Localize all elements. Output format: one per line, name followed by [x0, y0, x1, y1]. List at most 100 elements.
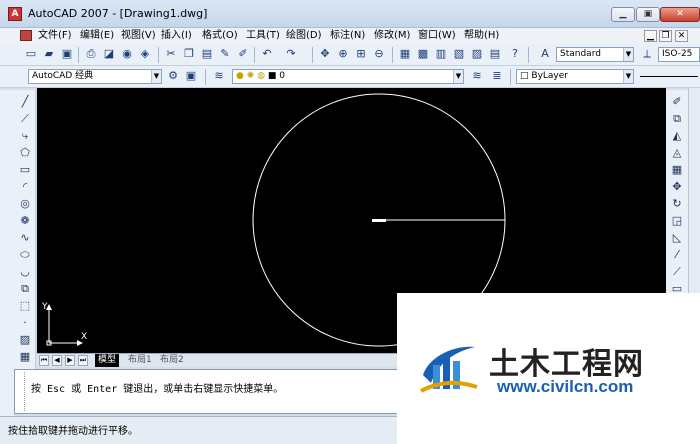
menu-edit[interactable]: 编辑(E)	[80, 29, 114, 43]
ellipse-icon[interactable]: ⬭	[17, 247, 33, 262]
tool-palettes-icon[interactable]: ▥	[434, 47, 448, 61]
construction-line-icon[interactable]: ⟋	[17, 111, 33, 126]
rectangle-icon[interactable]: ▭	[17, 162, 33, 177]
cut-icon[interactable]: ✂	[164, 47, 178, 61]
revision-cloud-icon[interactable]: ❁	[17, 213, 33, 228]
menu-view[interactable]: 视图(V)	[121, 29, 156, 43]
color-select[interactable]: □ ByLayer ▼	[516, 69, 634, 84]
print-preview-icon[interactable]: ◪	[102, 47, 116, 61]
stretch-icon[interactable]: ◺	[669, 230, 685, 245]
workspace-select[interactable]: AutoCAD 经典 ▼	[28, 69, 162, 84]
color-value: ByLayer	[531, 71, 568, 81]
circle-icon[interactable]: ◎	[17, 196, 33, 211]
markup-icon[interactable]: ▨	[470, 47, 484, 61]
workspace-settings-icon[interactable]: ⚙	[166, 69, 180, 83]
hatch-icon[interactable]: ▨	[17, 332, 33, 347]
menu-help[interactable]: 帮助(H)	[464, 29, 499, 43]
extend-icon[interactable]: ⟋	[669, 264, 685, 279]
first-tab-button[interactable]: ⏮	[39, 355, 49, 366]
maximize-button[interactable]: ▣	[636, 7, 660, 22]
workspace-save-icon[interactable]: ▣	[184, 69, 198, 83]
menu-file[interactable]: 文件(F)	[38, 29, 72, 43]
layer-value: 0	[279, 71, 286, 81]
zoom-window-icon[interactable]: ⊞	[354, 47, 368, 61]
redo-icon[interactable]: ↷	[284, 47, 298, 61]
ucs-icon: X Y	[41, 302, 87, 346]
save-icon[interactable]: ▣	[60, 47, 74, 61]
menu-insert[interactable]: 插入(I)	[161, 29, 192, 43]
toolbar-separator	[528, 47, 529, 63]
dimension-style-icon[interactable]: ⟂	[640, 47, 654, 61]
design-center-icon[interactable]: ▩	[416, 47, 430, 61]
tab-layout1[interactable]: 布局1	[125, 354, 155, 367]
pan-icon[interactable]: ✥	[318, 47, 332, 61]
properties-icon[interactable]: ▦	[398, 47, 412, 61]
toolbar-separator	[392, 47, 393, 63]
prev-tab-button[interactable]: ◀	[52, 355, 62, 366]
layer-select[interactable]: ● ✺ ◍ ■ 0 ▼	[232, 69, 464, 84]
array-icon[interactable]: ▦	[669, 162, 685, 177]
command-window-grip[interactable]	[17, 372, 25, 411]
block-editor-icon[interactable]: ✐	[236, 47, 250, 61]
spline-icon[interactable]: ∿	[17, 230, 33, 245]
sheet-set-icon[interactable]: ▧	[452, 47, 466, 61]
layer-manager-icon[interactable]: ≋	[212, 69, 226, 83]
ellipse-arc-icon[interactable]: ◡	[17, 264, 33, 279]
make-block-icon[interactable]: ⬚	[17, 298, 33, 313]
doc-minimize-button[interactable]: ▁	[644, 30, 657, 42]
last-tab-button[interactable]: ⏭	[78, 355, 88, 366]
layer-previous-icon[interactable]: ≣	[490, 69, 504, 83]
minimize-button[interactable]: ▁	[611, 7, 635, 22]
menu-dimension[interactable]: 标注(N)	[330, 29, 365, 43]
dimension-style-select[interactable]: ISO-25	[658, 47, 700, 62]
menu-draw[interactable]: 绘图(D)	[286, 29, 322, 43]
linetype-preview[interactable]	[640, 76, 698, 77]
doc-restore-button[interactable]: ❐	[659, 30, 672, 42]
offset-icon[interactable]: ◬	[669, 145, 685, 160]
close-button[interactable]: ✕	[660, 7, 700, 22]
document-icon[interactable]	[20, 30, 32, 41]
next-tab-button[interactable]: ▶	[65, 355, 75, 366]
help-icon[interactable]: ?	[508, 47, 522, 61]
menu-tools[interactable]: 工具(T)	[246, 29, 280, 43]
gradient-icon[interactable]: ▦	[17, 349, 33, 364]
polyline-icon[interactable]: ⤷	[17, 128, 33, 143]
text-style-icon[interactable]: A	[538, 47, 552, 61]
menu-modify[interactable]: 修改(M)	[374, 29, 410, 43]
tab-model[interactable]: 模型	[95, 354, 120, 367]
move-icon[interactable]: ✥	[669, 179, 685, 194]
trim-icon[interactable]: ⁄	[669, 247, 685, 262]
tab-layout2[interactable]: 布局2	[157, 354, 187, 367]
plot-icon[interactable]: ◈	[138, 47, 152, 61]
menu-format[interactable]: 格式(O)	[202, 29, 238, 43]
calculator-icon[interactable]: ▤	[488, 47, 502, 61]
zoom-previous-icon[interactable]: ⊖	[372, 47, 386, 61]
menu-window[interactable]: 窗口(W)	[418, 29, 456, 43]
scale-icon[interactable]: ◲	[669, 213, 685, 228]
paste-icon[interactable]: ▤	[200, 47, 214, 61]
new-file-icon[interactable]: ▭	[24, 47, 38, 61]
doc-close-button[interactable]: ✕	[675, 30, 688, 42]
erase-icon[interactable]: ✐	[669, 94, 685, 109]
rotate-icon[interactable]: ↻	[669, 196, 685, 211]
text-style-select[interactable]: Standard ▼	[556, 47, 634, 62]
match-properties-icon[interactable]: ✎	[218, 47, 232, 61]
draw-toolbar: ╱ ⟋ ⤷ ⬠ ▭ ◜ ◎ ❁ ∿ ⬭ ◡ ⧉ ⬚ · ▨ ▦	[14, 90, 36, 370]
arc-icon[interactable]: ◜	[17, 179, 33, 194]
open-folder-icon[interactable]: ▰	[42, 47, 56, 61]
copy-object-icon[interactable]: ⧉	[669, 111, 685, 126]
autocad-logo-icon[interactable]: A	[8, 7, 22, 21]
point-icon[interactable]: ·	[17, 315, 33, 330]
undo-icon[interactable]: ↶	[260, 47, 274, 61]
copy-icon[interactable]: ❐	[182, 47, 196, 61]
insert-block-icon[interactable]: ⧉	[17, 281, 33, 296]
line-icon[interactable]: ╱	[17, 94, 33, 109]
ucs-y-label: Y	[41, 302, 48, 312]
mirror-icon[interactable]: ◭	[669, 128, 685, 143]
site-watermark: 土木工程网 www.civilcn.com	[397, 293, 700, 444]
print-icon[interactable]: ⎙	[84, 47, 98, 61]
polygon-icon[interactable]: ⬠	[17, 145, 33, 160]
publish-icon[interactable]: ◉	[120, 47, 134, 61]
zoom-realtime-icon[interactable]: ⊕	[336, 47, 350, 61]
make-layer-current-icon[interactable]: ≋	[470, 69, 484, 83]
